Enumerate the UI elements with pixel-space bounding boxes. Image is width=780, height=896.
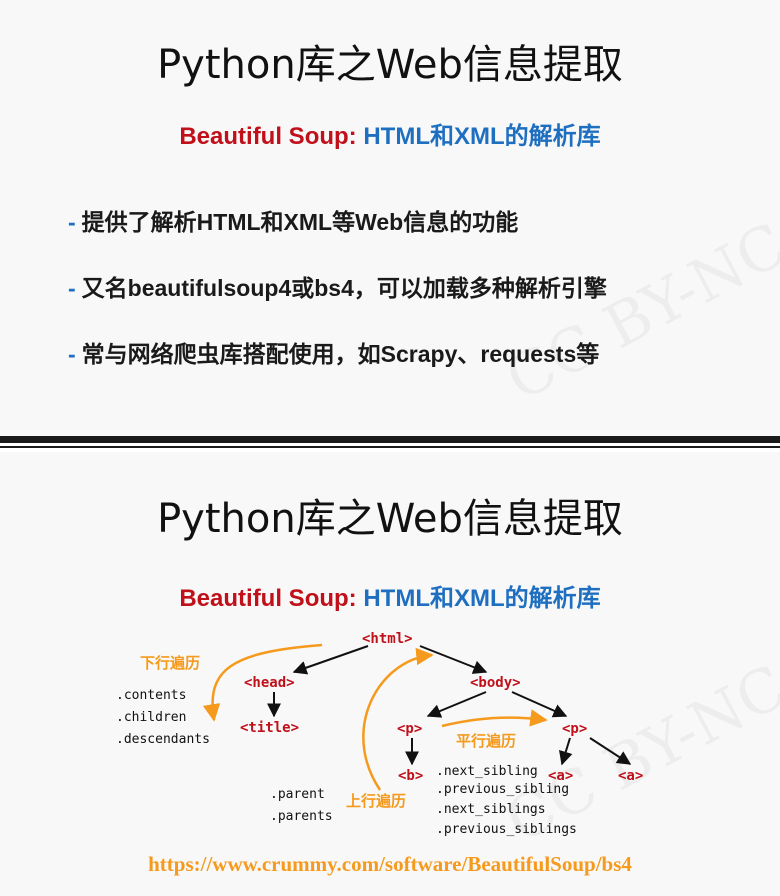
down-method: .contents: [116, 688, 186, 703]
up-traversal-label: 上行遍历: [346, 792, 406, 810]
node-p-second: <p>: [562, 721, 587, 737]
dom-tree-diagram: <html> <head> <body> <title> <p> <p> <b>…: [116, 631, 643, 837]
down-traversal-label: 下行遍历: [140, 654, 200, 672]
parallel-traversal-label: 平行遍历: [456, 732, 516, 750]
node-title: <title>: [240, 720, 299, 736]
node-a-second: <a>: [618, 768, 643, 784]
reference-url: https://www.crummy.com/software/Beautifu…: [148, 852, 632, 876]
tree-edges: [267, 645, 632, 766]
edge-html-body: [419, 645, 488, 674]
up-method: .parents: [270, 809, 333, 824]
edge-html-head: [292, 645, 369, 675]
down-method: .descendants: [116, 732, 210, 747]
node-p-first: <p>: [397, 721, 422, 737]
parallel-traversal-arrow: [441, 709, 548, 728]
node-b: <b>: [398, 768, 423, 784]
edge-body-p1: [426, 691, 487, 718]
up-method: .parent: [270, 787, 325, 802]
down-method: .children: [116, 710, 186, 725]
parallel-method: .previous_sibling: [436, 782, 569, 797]
node-body: <body>: [470, 675, 521, 691]
parallel-method: .next_siblings: [436, 802, 546, 817]
edge-body-p2: [511, 691, 568, 718]
edge-p2-a1: [559, 737, 573, 766]
parallel-method: .next_sibling: [436, 764, 538, 779]
node-html: <html>: [362, 631, 413, 647]
edge-p2-a2: [589, 737, 632, 765]
parallel-method: .previous_siblings: [436, 822, 577, 837]
node-head: <head>: [244, 675, 295, 691]
